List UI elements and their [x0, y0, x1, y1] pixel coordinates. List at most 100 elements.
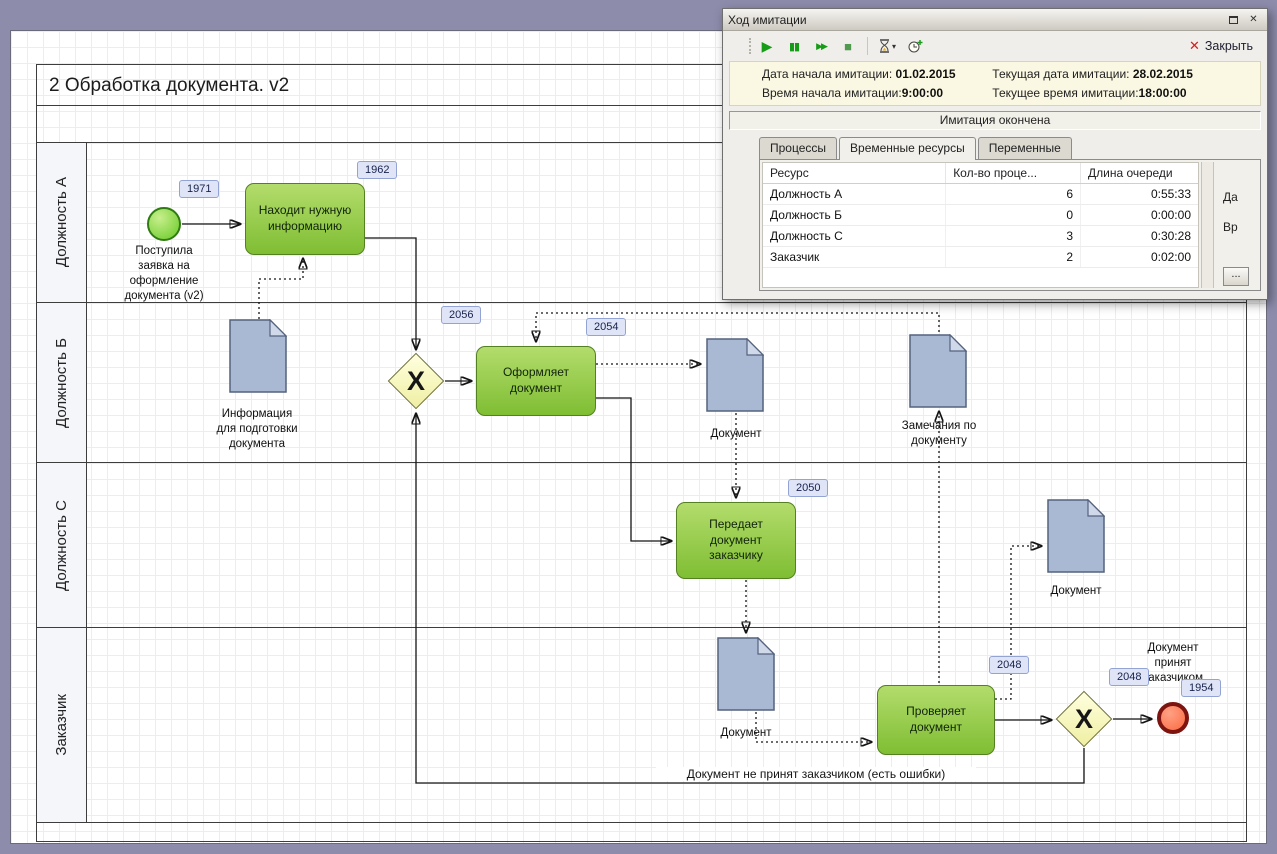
tab-variables[interactable]: Переменные — [977, 137, 1072, 159]
cell-count: 0 — [945, 204, 1082, 226]
end-event-badge: 1954 — [1181, 679, 1222, 697]
pause-button[interactable]: ▮▮ — [786, 36, 802, 56]
stop-button[interactable]: ■ — [840, 36, 856, 56]
edge-find-to-gateway1[interactable] — [365, 237, 416, 349]
current-time-row: Текущее время имитации:18:00:00 — [992, 86, 1252, 100]
document-3[interactable] — [1047, 498, 1106, 578]
side-label-time: Вр — [1223, 220, 1238, 234]
cell-resource: Должность Б — [763, 204, 947, 226]
table-row[interactable]: Должность Б 0 0:00:00 — [763, 204, 1198, 226]
simulation-dialog: Ход имитации ✕ ▶ ▮▮ ▶▶ ■ ▾ ✕ Закрыть Дат… — [722, 8, 1268, 300]
current-date-row: Текущая дата имитации: 28.02.2015 — [992, 67, 1252, 81]
task-prepare-document-badge: 2054 — [586, 318, 627, 336]
cell-count: 2 — [945, 246, 1082, 268]
task-find-info[interactable]: Находит нужную информацию — [245, 183, 365, 255]
document-icon — [717, 636, 776, 711]
hourglass-icon — [880, 39, 889, 53]
document-1-label: Документ — [710, 428, 762, 440]
simulation-info-panel: Дата начала имитации: 01.02.2015 Текущая… — [729, 61, 1261, 106]
start-time-label: Время начала имитации: — [762, 86, 902, 100]
resource-table: Ресурс Кол-во проце... Длина очереди Дол… — [763, 163, 1198, 268]
gateway-1-badge: 2056 — [441, 306, 482, 324]
clipped-side-panel: Да Вр ... — [1214, 162, 1258, 288]
end-event[interactable] — [1157, 702, 1189, 734]
header-queue-length[interactable]: Длина очереди — [1080, 163, 1198, 184]
document-icon — [229, 318, 288, 393]
start-time-row: Время начала имитации:9:00:00 — [762, 86, 992, 100]
cell-count: 6 — [945, 183, 1082, 205]
table-row[interactable]: Должность А 6 0:55:33 — [763, 183, 1198, 205]
task-transfer-document[interactable]: Передает документ заказчику — [676, 502, 796, 579]
start-event[interactable] — [147, 207, 181, 241]
edge-check-to-doc3[interactable] — [995, 546, 1041, 700]
close-icon: ✕ — [1249, 14, 1258, 25]
close-red-x-icon: ✕ — [1188, 38, 1200, 53]
cell-resource: Должность А — [763, 183, 947, 205]
tab-processes[interactable]: Процессы — [759, 137, 838, 159]
close-simulation-label: Закрыть — [1204, 39, 1253, 53]
desktop: { "diagram": { "title": "2 Обработка док… — [0, 0, 1277, 854]
more-options-button[interactable]: ... — [1223, 267, 1249, 286]
document-4-label: Документ — [720, 727, 772, 739]
start-event-badge: 1971 — [179, 180, 220, 198]
toolbar-separator — [867, 37, 868, 55]
hourglass-dropdown-caret[interactable]: ▾ — [892, 42, 896, 51]
add-clock-button[interactable] — [907, 36, 923, 56]
task-transfer-document-badge: 2050 — [788, 479, 829, 497]
dialog-tabs: Процессы Временные ресурсы Переменные — [759, 137, 1267, 160]
document-info-label: Информация для подготовки документа — [216, 408, 298, 450]
step-button[interactable]: ▶▶ — [813, 36, 829, 56]
header-resource[interactable]: Ресурс — [763, 163, 947, 184]
start-event-label: Поступила заявка на оформление документа… — [124, 245, 204, 302]
cell-resource: Заказчик — [763, 246, 947, 268]
hourglass-button[interactable]: ▾ — [879, 36, 896, 56]
document-icon — [706, 337, 765, 412]
vertical-scrollbar[interactable] — [1201, 162, 1214, 288]
task-check-document-badge: 2048 — [989, 656, 1030, 674]
reject-edge-label: Документ не принят заказчиком (есть ошиб… — [656, 767, 976, 781]
gateway-2-x-icon: X — [1074, 703, 1093, 734]
resource-table-wrap: Ресурс Кол-во проце... Длина очереди Дол… — [762, 162, 1199, 288]
cell-resource: Должность С — [763, 225, 947, 247]
gateway-1-x-icon: X — [406, 365, 425, 396]
simulation-status-bar: Имитация окончена — [729, 111, 1261, 130]
current-time-label: Текущее время имитации: — [992, 86, 1139, 100]
task-find-info-badge: 1962 — [357, 161, 398, 179]
document-icon — [1047, 498, 1106, 573]
document-remarks[interactable] — [909, 333, 968, 413]
start-date-value: 01.02.2015 — [895, 67, 956, 81]
cell-count: 3 — [945, 225, 1082, 247]
table-row[interactable]: Заказчик 2 0:02:00 — [763, 246, 1198, 268]
close-window-button[interactable]: ✕ — [1245, 12, 1262, 27]
edge-prepare-to-transfer[interactable] — [596, 397, 671, 541]
current-date-label: Текущая дата имитации: — [992, 67, 1130, 81]
document-4[interactable] — [717, 636, 776, 716]
play-button[interactable]: ▶ — [759, 36, 775, 56]
gateway-2-badge: 2048 — [1109, 668, 1150, 686]
current-date-value: 28.02.2015 — [1132, 67, 1193, 81]
task-check-document[interactable]: Проверяет документ — [877, 685, 995, 755]
restore-button[interactable] — [1225, 12, 1242, 27]
document-1[interactable] — [706, 337, 765, 417]
edge-docinfo-to-find[interactable] — [258, 259, 303, 319]
resource-table-header-row: Ресурс Кол-во проце... Длина очереди — [763, 163, 1198, 184]
cell-queue: 0:30:28 — [1080, 225, 1198, 247]
tab-time-resources[interactable]: Временные ресурсы — [839, 137, 976, 160]
side-label-date: Да — [1223, 190, 1238, 204]
dialog-titlebar[interactable]: Ход имитации ✕ — [723, 9, 1267, 31]
table-row[interactable]: Должность С 3 0:30:28 — [763, 225, 1198, 247]
dialog-toolbar: ▶ ▮▮ ▶▶ ■ ▾ ✕ Закрыть — [723, 31, 1267, 61]
toolbar-grip — [749, 38, 752, 54]
document-info-for-preparation[interactable] — [229, 318, 288, 398]
start-date-label: Дата начала имитации: — [762, 67, 893, 81]
start-date-row: Дата начала имитации: 01.02.2015 — [762, 67, 992, 81]
header-process-count[interactable]: Кол-во проце... — [945, 163, 1082, 184]
task-prepare-document[interactable]: Оформляет документ — [476, 346, 596, 416]
clock-plus-icon — [908, 40, 923, 53]
dialog-title: Ход имитации — [728, 12, 807, 27]
restore-icon — [1229, 15, 1238, 24]
close-simulation-button[interactable]: ✕ Закрыть — [1189, 38, 1253, 54]
document-icon — [909, 333, 968, 408]
tab-content-panel: Ресурс Кол-во проце... Длина очереди Дол… — [759, 159, 1261, 291]
cell-queue: 0:00:00 — [1080, 204, 1198, 226]
